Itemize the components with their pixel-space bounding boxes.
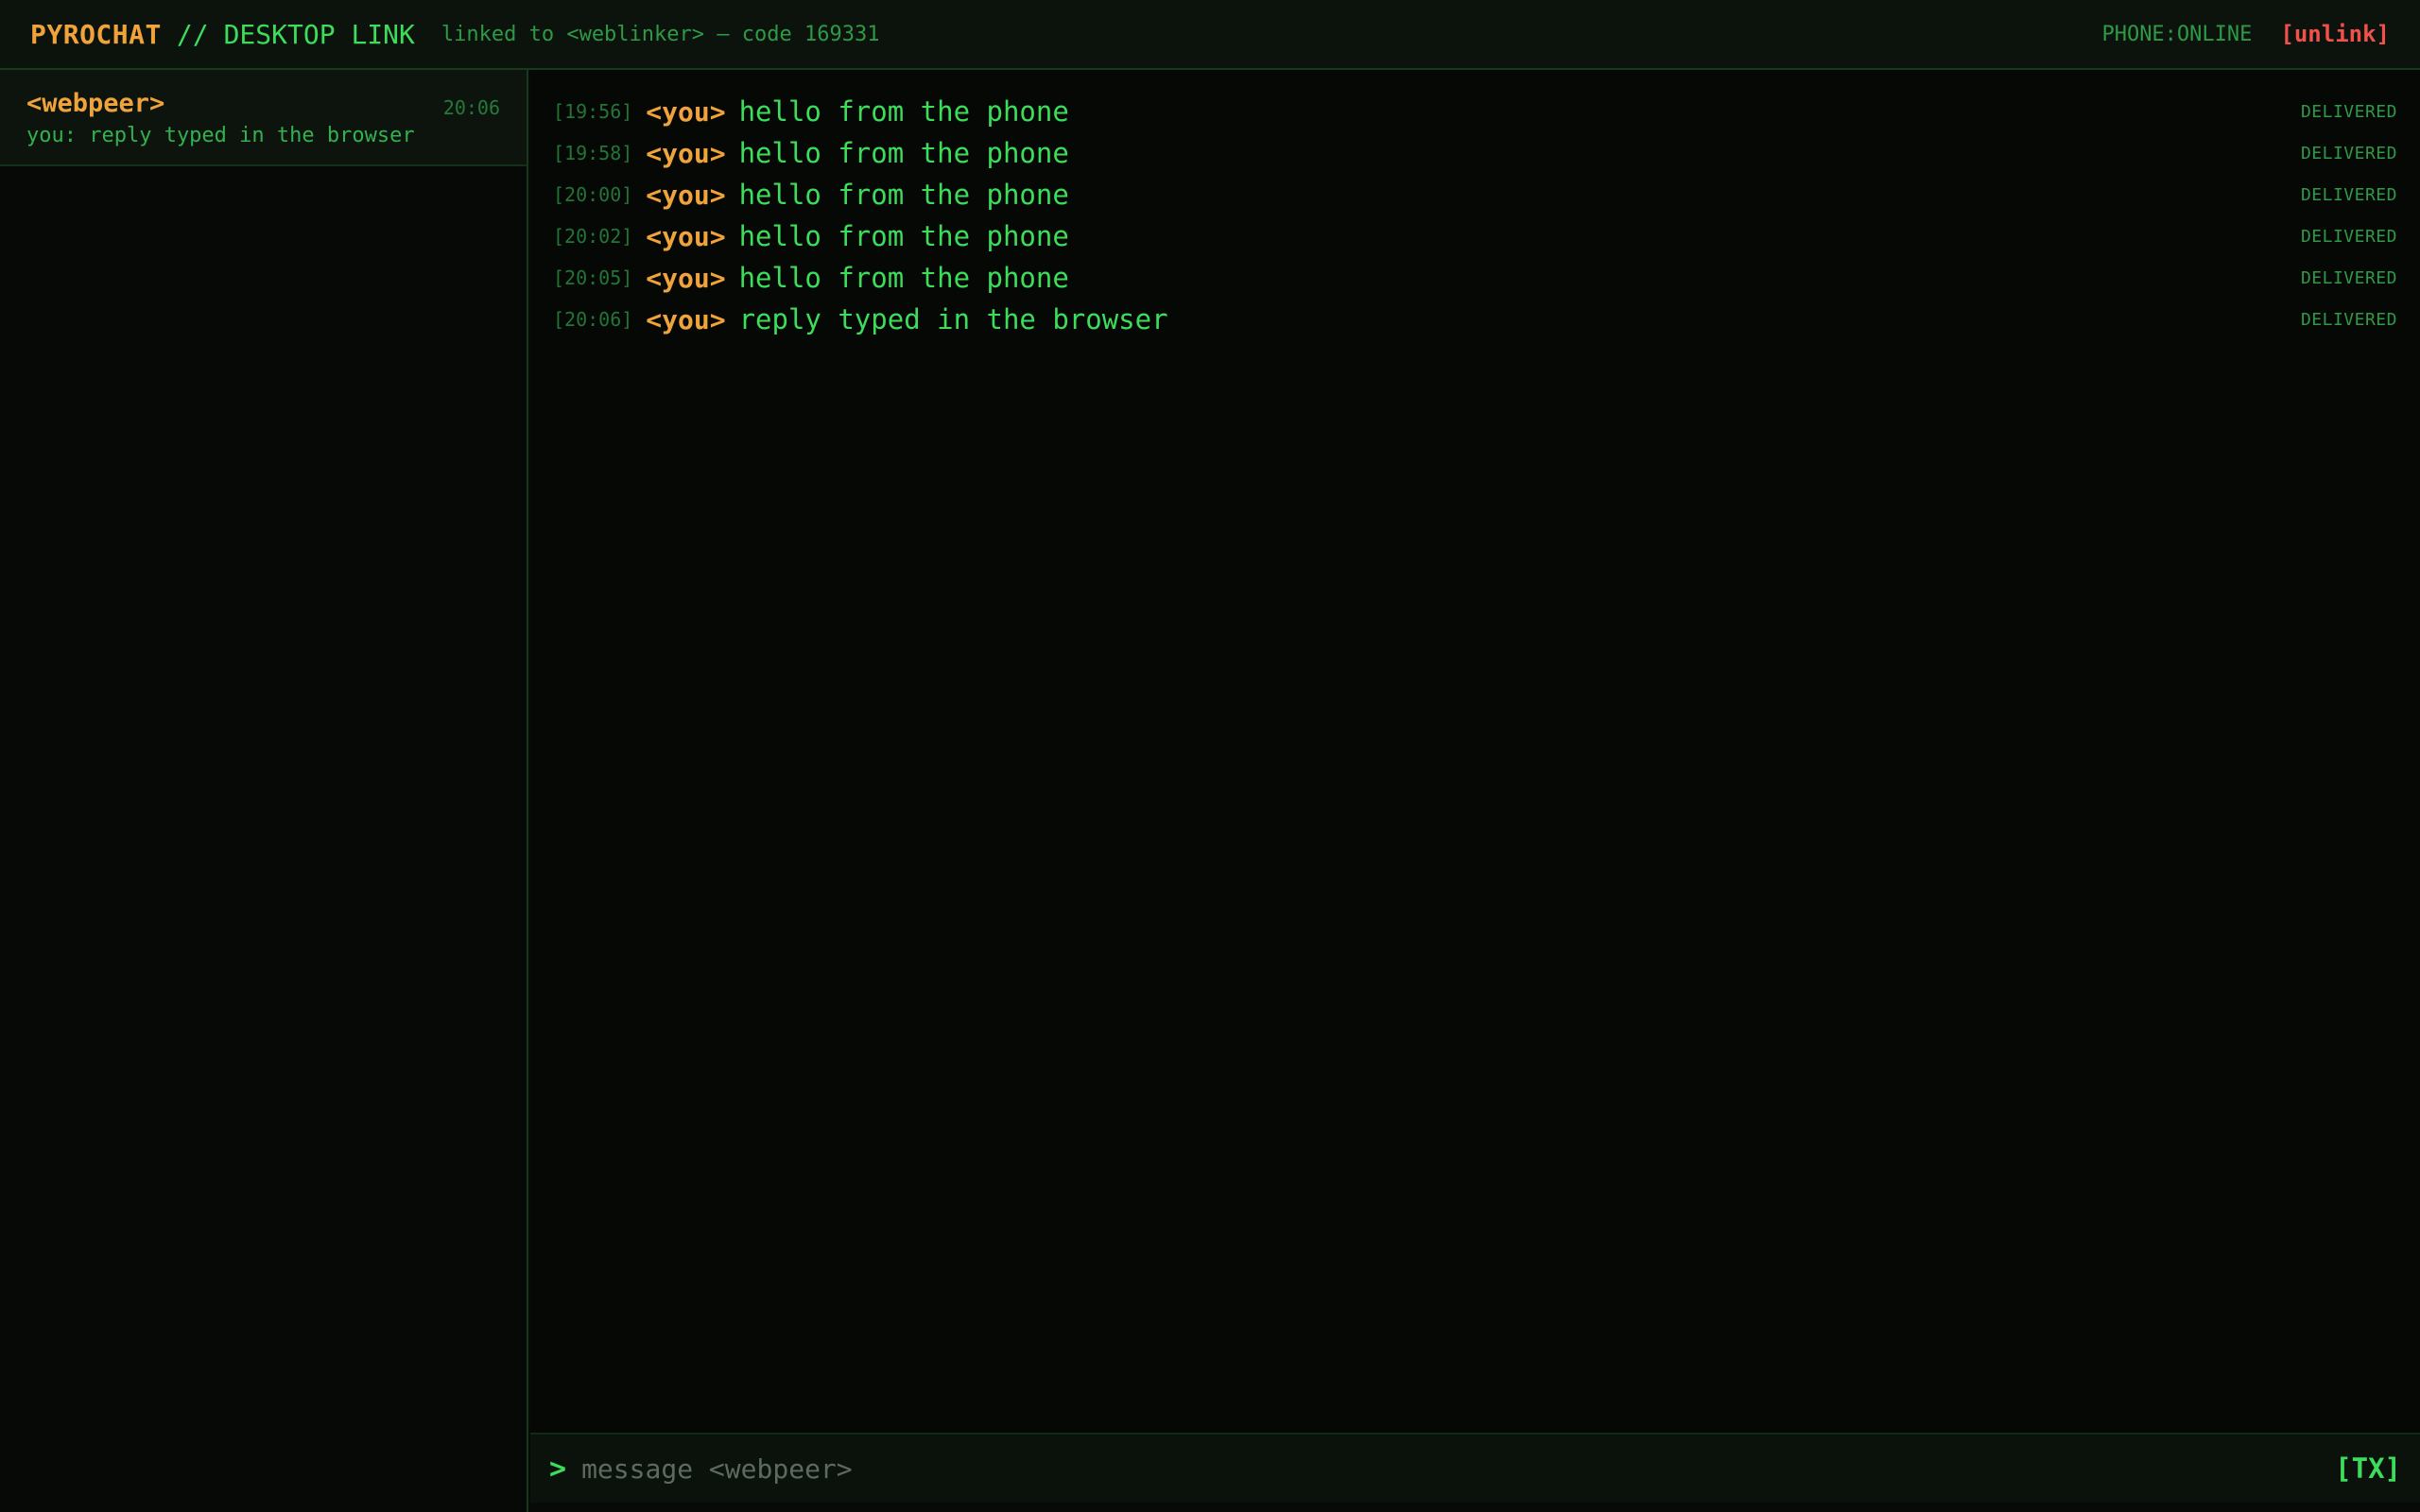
message-text: hello from the phone [738, 262, 1069, 294]
conversation-name: <webpeer> [26, 89, 165, 118]
message-time: [20:05] [553, 266, 633, 289]
chat-panel: [19:56] <you> hello from the phone DELIV… [530, 70, 2420, 1433]
message-input[interactable] [581, 1452, 2336, 1485]
message-status: DELIVERED [2300, 184, 2397, 205]
message-status: DELIVERED [2300, 226, 2397, 247]
message-text: hello from the phone [738, 179, 1069, 211]
message-time: [19:56] [553, 100, 633, 123]
message-text: reply typed in the browser [738, 303, 1168, 335]
message-time: [20:02] [553, 225, 633, 248]
prompt-icon: > [549, 1452, 567, 1486]
message-author: <you> [646, 95, 726, 128]
conversation-item-webpeer[interactable]: <webpeer> 20:06 you: reply typed in the … [0, 70, 527, 166]
unlink-button[interactable]: [unlink] [2280, 21, 2390, 47]
message-status: DELIVERED [2300, 267, 2397, 288]
message-row: [20:05] <you> hello from the phone DELIV… [530, 257, 2420, 299]
message-author: <you> [646, 262, 726, 294]
app-subtitle: DESKTOP LINK [223, 18, 415, 50]
conversation-sidebar: <webpeer> 20:06 you: reply typed in the … [0, 70, 528, 1512]
send-button[interactable]: [TX] [2335, 1452, 2401, 1485]
message-row: [19:56] <you> hello from the phone DELIV… [530, 91, 2420, 132]
message-status: DELIVERED [2300, 143, 2397, 163]
message-composer: > [TX] [530, 1433, 2420, 1503]
conversation-preview: you: reply typed in the browser [26, 124, 415, 147]
message-row: [19:58] <you> hello from the phone DELIV… [530, 132, 2420, 174]
conversation-time: 20:06 [442, 96, 500, 119]
message-time: [20:00] [553, 183, 633, 206]
message-row: [20:06] <you> reply typed in the browser… [530, 299, 2420, 340]
message-time: [19:58] [553, 142, 633, 164]
message-author: <you> [646, 137, 726, 169]
link-info: linked to <weblinker> — code 169331 [441, 22, 880, 46]
brand-separator: // [176, 18, 209, 50]
message-author: <you> [646, 220, 726, 252]
message-row: [20:00] <you> hello from the phone DELIV… [530, 174, 2420, 215]
message-author: <you> [646, 303, 726, 335]
message-text: hello from the phone [738, 95, 1069, 128]
app-brand: PYROCHAT [30, 18, 162, 50]
app-root: PYROCHAT // DESKTOP LINK linked to <webl… [0, 0, 2420, 1512]
message-status: DELIVERED [2300, 309, 2397, 330]
message-list: [19:56] <you> hello from the phone DELIV… [530, 70, 2420, 340]
header-right: PHONE:ONLINE [unlink] [2101, 21, 2390, 47]
message-author: <you> [646, 179, 726, 211]
message-time: [20:06] [553, 308, 633, 331]
message-status: DELIVERED [2300, 101, 2397, 122]
top-bar: PYROCHAT // DESKTOP LINK linked to <webl… [0, 0, 2420, 70]
message-row: [20:02] <you> hello from the phone DELIV… [530, 215, 2420, 257]
message-text: hello from the phone [738, 137, 1069, 169]
phone-status-badge: PHONE:ONLINE [2101, 22, 2253, 46]
message-text: hello from the phone [738, 220, 1069, 252]
